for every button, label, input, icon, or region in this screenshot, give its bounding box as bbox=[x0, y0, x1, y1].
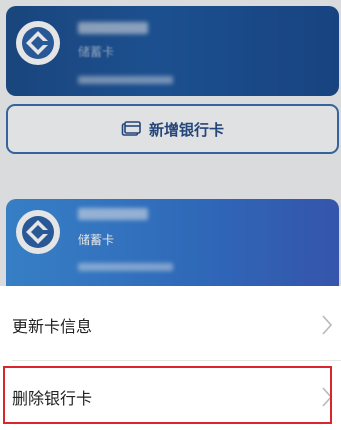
update-card-info-label: 更新卡信息 bbox=[12, 317, 93, 336]
divider bbox=[12, 360, 341, 361]
delete-bank-card-label: 删除银行卡 bbox=[12, 389, 93, 408]
chevron-right-icon bbox=[321, 314, 333, 336]
update-card-info-item[interactable]: 更新卡信息 bbox=[0, 290, 341, 360]
dim-overlay[interactable] bbox=[0, 0, 341, 286]
delete-bank-card-item[interactable]: 删除银行卡 bbox=[0, 362, 341, 430]
action-sheet: 更新卡信息 删除银行卡 bbox=[0, 286, 341, 430]
chevron-right-icon bbox=[321, 386, 333, 408]
stage: 储蓄卡 新增银行卡 储蓄卡 更新卡信息 删除银行卡 bbox=[0, 0, 341, 430]
